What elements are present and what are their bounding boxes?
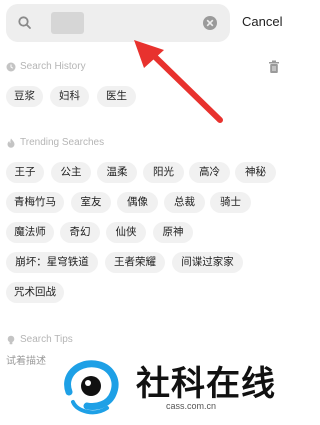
trending-chip[interactable]: 崩坏：星穹铁道 <box>6 252 98 273</box>
search-tips-title: Search Tips <box>20 334 73 345</box>
trending-chip[interactable]: 公主 <box>51 162 91 183</box>
clear-icon[interactable] <box>202 15 218 31</box>
trending-chip[interactable]: 青梅竹马 <box>6 192 64 213</box>
watermark-url: cass.com.cn <box>166 401 217 411</box>
annotation-arrow <box>134 40 223 123</box>
watermark-brand: 社科在线 <box>136 364 276 404</box>
search-row: Cancel <box>6 4 296 42</box>
trending-chip[interactable]: 高冷 <box>189 162 230 183</box>
trending-chip[interactable]: 偶像 <box>117 192 158 213</box>
search-tips-text: 试着描述 <box>6 356 46 367</box>
trending-chip[interactable]: 神秘 <box>235 162 276 183</box>
trending-chip[interactable]: 阳光 <box>143 162 184 183</box>
trending-chip[interactable]: 王者荣耀 <box>105 252 165 273</box>
trash-icon[interactable] <box>268 60 280 74</box>
search-icon <box>18 16 31 29</box>
history-clock-icon <box>6 62 16 71</box>
trending-chip[interactable]: 仙侠 <box>106 222 146 243</box>
trending-chip[interactable]: 原神 <box>153 222 193 243</box>
search-query-redacted <box>51 12 84 34</box>
trending-header: Trending Searches <box>6 137 104 148</box>
trending-chip[interactable]: 奇幻 <box>60 222 100 243</box>
trending-chip[interactable]: 王子 <box>6 162 44 183</box>
trending-chip[interactable]: 咒术回战 <box>6 282 64 303</box>
trending-chip[interactable]: 间谍过家家 <box>172 252 243 273</box>
search-history-title: Search History <box>20 61 86 72</box>
trending-chip[interactable]: 温柔 <box>97 162 137 183</box>
cancel-button[interactable]: Cancel <box>242 14 282 29</box>
history-chip[interactable]: 妇科 <box>50 86 89 107</box>
trending-chip[interactable]: 室友 <box>71 192 111 213</box>
search-history-header: Search History <box>6 61 86 72</box>
trending-chip[interactable]: 总裁 <box>164 192 205 213</box>
history-chip[interactable]: 豆浆 <box>6 86 43 107</box>
flame-icon <box>7 138 15 148</box>
trending-chip[interactable]: 魔法师 <box>6 222 54 243</box>
search-tips-header: Search Tips <box>6 334 73 345</box>
lightbulb-icon <box>7 335 15 344</box>
search-input[interactable] <box>6 4 230 42</box>
trending-title: Trending Searches <box>20 137 105 148</box>
trending-chip[interactable]: 骑士 <box>210 192 251 213</box>
